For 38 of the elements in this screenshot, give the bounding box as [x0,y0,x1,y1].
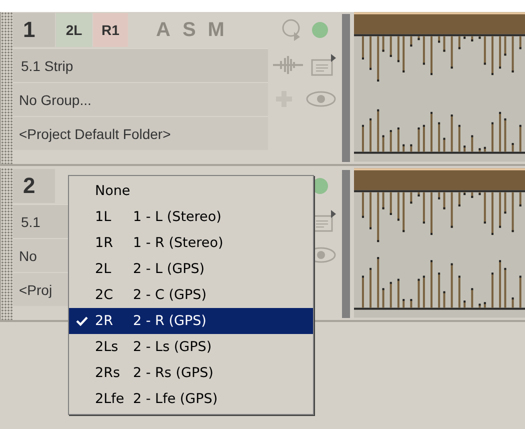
menu-item-code: 2L [95,260,112,279]
menu-item[interactable]: 2L 2 - L (GPS) [69,256,313,282]
notes-icon[interactable] [311,54,337,76]
menu-item-code: None [95,182,132,201]
menu-item-code: 2Ls [95,338,120,357]
menu-item-code: 2R [95,312,114,331]
menu-item[interactable]: 2C 2 - C (GPS) [69,282,313,308]
track-field[interactable]: No Group... [13,82,268,116]
menu-item[interactable]: None [69,178,313,204]
menu-item-code: 2Rs [95,364,122,383]
grip-handle[interactable] [1,168,13,320]
menu-item[interactable]: 1L 1 - L (Stereo) [69,204,313,230]
menu-item-label: 2 - C (GPS) [133,286,206,305]
output-badge[interactable]: R1 [93,13,128,47]
input-badge[interactable]: 2L [56,13,92,47]
track-number: 1 [13,13,55,47]
menu-item-label: 2 - Ls (GPS) [133,338,212,357]
menu-item-code: 2C [95,286,114,305]
menu-item[interactable]: 2Ls 2 - Ls (GPS) [69,334,313,360]
grip-handle[interactable] [1,12,13,164]
menu-item-code: 1R [95,234,114,253]
track-number: 2 [13,169,55,203]
menu-item-label: 2 - Lfe (GPS) [133,390,218,409]
menu-item[interactable]: 2Lfe 2 - Lfe (GPS) [69,386,313,412]
waveform-icon[interactable] [273,55,303,75]
menu-item-label: 2 - Rs (GPS) [133,364,214,383]
menu-item[interactable]: 1R 1 - R (Stereo) [69,230,313,256]
menu-item-label: 1 - L (Stereo) [133,208,222,227]
menu-item[interactable]: 2R 2 - R (GPS) [69,308,313,334]
menu-item-label: 1 - R (Stereo) [133,234,224,253]
track-field[interactable]: <Project Default Folder> [13,116,268,150]
menu-item-code: 2Lfe [95,390,126,409]
loop-icon[interactable] [282,18,302,42]
menu-item[interactable]: 2Rs 2 - Rs (GPS) [69,360,313,386]
menu-item-code: 1L [95,208,112,227]
track-field[interactable]: 5.1 Strip [13,48,268,82]
menu-item-label: 2 - R (GPS) [133,312,206,331]
menu-item-label: 2 - L (GPS) [133,260,205,279]
